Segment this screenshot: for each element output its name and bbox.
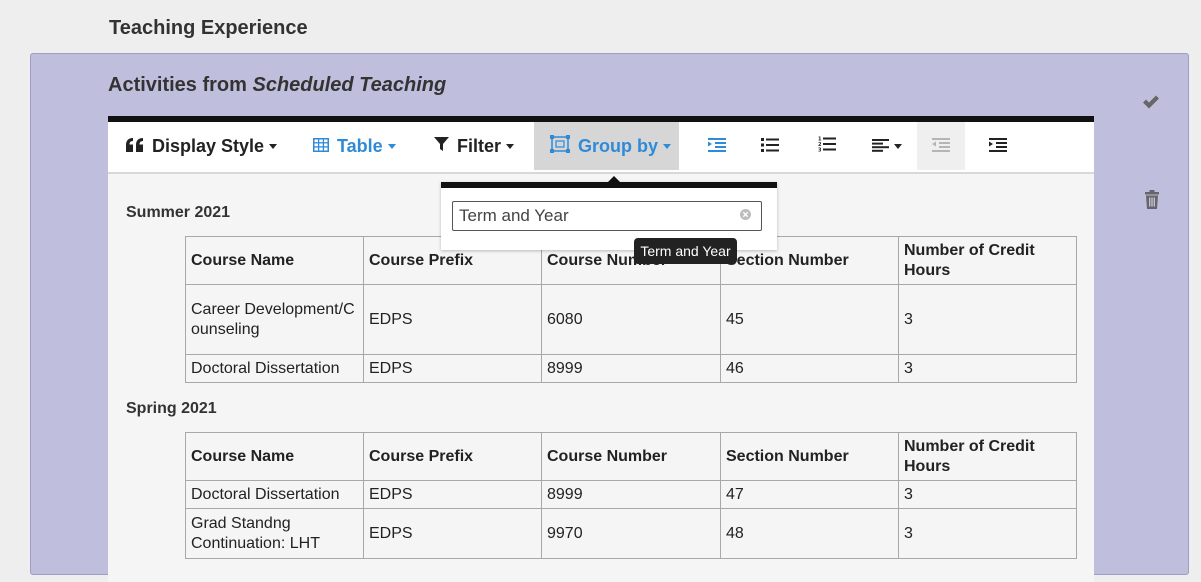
checkmark-icon[interactable]	[1142, 94, 1160, 115]
filter-button[interactable]: Filter	[434, 122, 515, 170]
course-prefix-cell: EDPS	[363, 284, 542, 355]
group-by-selected-value: Term and Year	[459, 206, 569, 225]
indent-increase-button[interactable]	[974, 122, 1022, 170]
group-heading: Summer 2021	[126, 204, 231, 221]
toolbar: Display Style Table Filter Group by 1 2 …	[108, 122, 1094, 174]
indent-icon	[708, 136, 726, 157]
section-number-cell: 48	[720, 508, 899, 559]
table-view-button[interactable]: Table	[313, 122, 396, 170]
credit-hours-cell: 3	[898, 508, 1077, 559]
table-row: Grad Standng Continuation: LHT EDPS 9970…	[185, 508, 1077, 559]
panel-title-prefix: Activities from	[108, 74, 253, 96]
table-icon	[313, 136, 329, 157]
group-by-button[interactable]: Group by	[534, 122, 679, 170]
trash-icon[interactable]	[1144, 190, 1160, 214]
bullet-list-button[interactable]	[746, 122, 794, 170]
caret-down-icon	[269, 143, 278, 149]
table-header-row: Course Name Course Prefix Course Number …	[185, 432, 1077, 481]
group-by-label: Group by	[578, 135, 658, 156]
column-header: Section Number	[720, 432, 899, 481]
column-header: Course Prefix	[363, 432, 542, 481]
credit-hours-cell: 3	[898, 354, 1077, 383]
display-style-label: Display Style	[152, 135, 265, 156]
indent-button[interactable]	[693, 122, 741, 170]
column-header: Course Number	[541, 432, 721, 481]
course-number-cell: 8999	[541, 354, 721, 383]
indent-increase-icon	[989, 136, 1007, 157]
caret-down-icon	[387, 143, 396, 149]
numbered-list-button[interactable]: 123	[803, 122, 851, 170]
group-by-select[interactable]: Term and Year	[452, 201, 762, 231]
section-title: Teaching Experience	[109, 17, 308, 39]
course-prefix-cell: EDPS	[363, 354, 542, 383]
course-name-cell: Doctoral Dissertation	[185, 480, 364, 509]
caret-down-icon	[663, 143, 671, 149]
column-header: Number of Credit Hours	[898, 432, 1077, 481]
column-header: Course Name	[185, 236, 364, 285]
table-label: Table	[337, 135, 383, 156]
align-left-icon	[872, 136, 889, 157]
caret-down-icon	[506, 143, 515, 149]
table-row: Career Development/Counseling EDPS 6080 …	[185, 284, 1077, 355]
course-table: Course Name Course Prefix Course Number …	[185, 236, 1077, 383]
course-prefix-cell: EDPS	[363, 508, 542, 559]
panel-title: Activities from Scheduled Teaching	[108, 74, 446, 97]
outdent-icon	[932, 136, 950, 157]
section-number-cell: 45	[720, 284, 899, 355]
align-left-button[interactable]	[859, 122, 915, 170]
credit-hours-cell: 3	[898, 284, 1077, 355]
bullet-list-icon	[761, 136, 779, 157]
column-header: Number of Credit Hours	[898, 236, 1077, 285]
filter-label: Filter	[457, 135, 502, 156]
course-number-cell: 9970	[541, 508, 721, 559]
group-heading: Spring 2021	[126, 400, 217, 417]
table-row: Doctoral Dissertation EDPS 8999 47 3	[185, 480, 1077, 509]
course-name-cell: Career Development/Counseling	[185, 284, 364, 355]
course-number-cell: 8999	[541, 480, 721, 509]
course-name-cell: Doctoral Dissertation	[185, 354, 364, 383]
outdent-button[interactable]	[917, 122, 965, 170]
group-icon	[550, 134, 570, 158]
column-header: Course Name	[185, 432, 364, 481]
numbered-list-icon: 123	[818, 136, 836, 157]
course-table: Course Name Course Prefix Course Number …	[185, 432, 1077, 559]
display-style-button[interactable]: Display Style	[126, 122, 278, 170]
clear-icon[interactable]	[740, 207, 751, 225]
filter-icon	[434, 136, 449, 157]
svg-text:3: 3	[818, 147, 822, 152]
course-name-cell: Grad Standng Continuation: LHT	[185, 508, 364, 559]
tooltip: Term and Year	[634, 238, 737, 264]
course-prefix-cell: EDPS	[363, 480, 542, 509]
section-number-cell: 46	[720, 354, 899, 383]
credit-hours-cell: 3	[898, 480, 1077, 509]
course-number-cell: 6080	[541, 284, 721, 355]
quote-icon	[126, 136, 144, 157]
panel-title-source: Scheduled Teaching	[252, 74, 447, 96]
caret-down-icon	[894, 143, 902, 149]
activities-panel: Activities from Scheduled Teaching Displ…	[30, 53, 1189, 582]
table-row: Doctoral Dissertation EDPS 8999 46 3	[185, 354, 1077, 383]
section-number-cell: 47	[720, 480, 899, 509]
